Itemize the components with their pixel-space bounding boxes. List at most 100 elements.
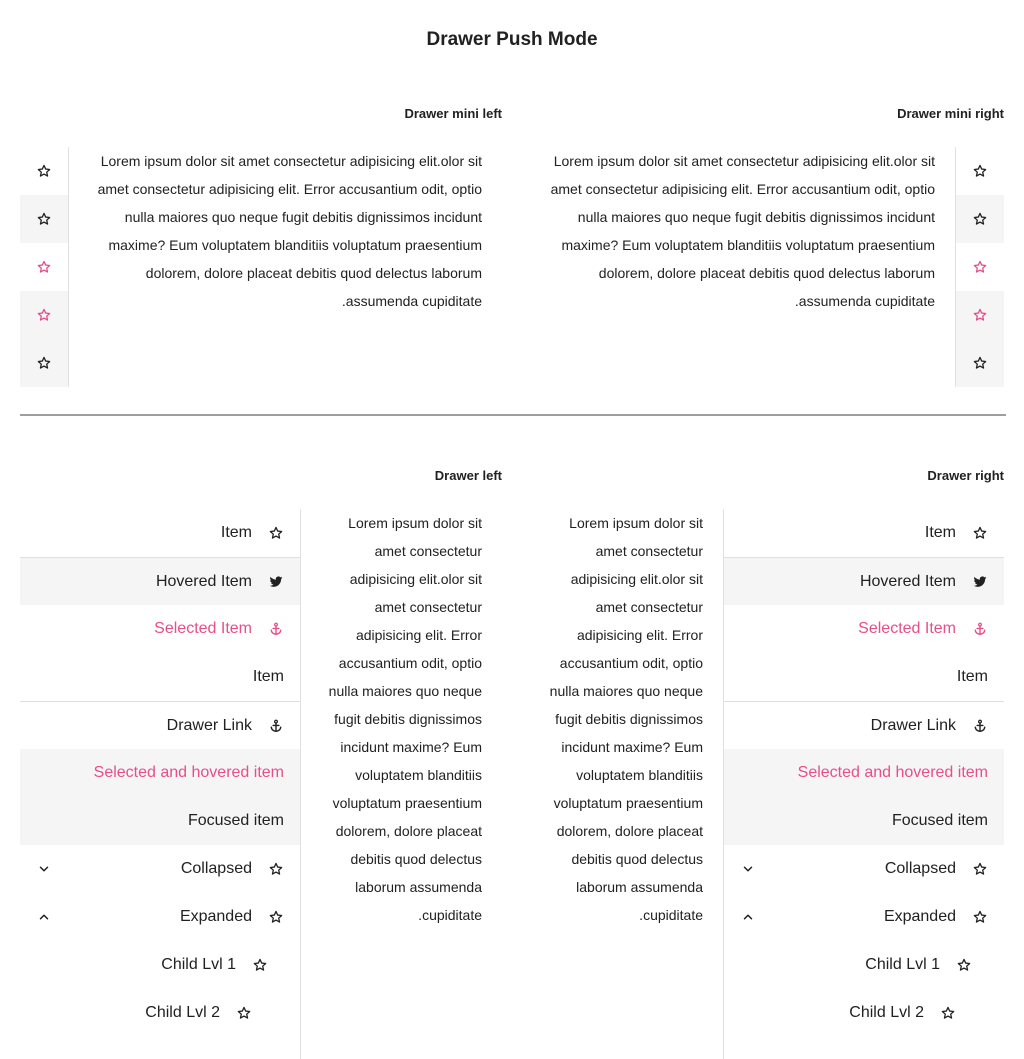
chevron-down-icon — [36, 861, 52, 877]
star-icon — [973, 356, 987, 370]
drawer-item-label: Child Lvl 2 — [145, 1004, 220, 1021]
drawer-child-item-lvl1[interactable]: Child Lvl 1 — [20, 941, 300, 989]
star-icon — [972, 861, 988, 877]
twitter-icon — [972, 574, 988, 590]
chevron-up-icon — [740, 909, 756, 925]
mini-left-border — [68, 147, 69, 387]
twitter-icon — [268, 574, 284, 590]
anchor-icon — [268, 718, 284, 734]
drawer-item-selected[interactable]: Selected Item — [20, 605, 300, 653]
drawer-item-collapsed[interactable]: Collapsed — [20, 845, 300, 893]
section-title-mini-left: Drawer mini left — [404, 106, 502, 121]
drawer-item-label: Selected and hovered item — [93, 764, 284, 781]
anchor-icon — [972, 621, 988, 637]
section-title-drawer-right: Drawer right — [927, 468, 1004, 483]
drawer-item-focused[interactable]: Focused item — [724, 797, 1004, 845]
star-icon — [972, 909, 988, 925]
drawer-item-expanded[interactable]: Expanded — [724, 893, 1004, 941]
chevron-down-icon — [740, 861, 756, 877]
drawer-item-label: Focused item — [891, 812, 988, 829]
drawer-item-label: Hovered Item — [155, 573, 252, 590]
anchor-icon — [268, 621, 284, 637]
star-icon — [973, 164, 987, 178]
mini-item-focused[interactable] — [20, 339, 68, 387]
drawer-item[interactable]: Item — [20, 653, 300, 701]
drawer-item-label: Focused item — [187, 812, 284, 829]
section-title-drawer-left: Drawer left — [434, 468, 502, 483]
drawer-item-selected-hovered[interactable]: Selected and hovered item — [724, 749, 1004, 797]
star-icon — [973, 212, 987, 226]
drawer-item[interactable]: Item — [724, 653, 1004, 701]
mini-item-hovered[interactable] — [956, 195, 1004, 243]
mini-item-hovered[interactable] — [20, 195, 68, 243]
star-icon — [37, 164, 51, 178]
drawer-item-label: Selected and hovered item — [797, 764, 988, 781]
star-icon — [972, 525, 988, 541]
drawer-item-selected-hovered[interactable]: Selected and hovered item — [20, 749, 300, 797]
drawer-right-content: Lorem ipsum dolor sit amet consectetur a… — [549, 515, 703, 923]
drawer-item[interactable]: Item — [724, 509, 1004, 557]
drawer-item-label: Child Lvl 2 — [849, 1004, 924, 1021]
drawer-item-label: Drawer Link — [870, 717, 956, 734]
star-icon — [268, 909, 284, 925]
drawer-left-content: Lorem ipsum dolor sit amet consectetur a… — [328, 515, 482, 923]
drawer-link[interactable]: Drawer Link — [20, 702, 300, 749]
drawer-item-selected[interactable]: Selected Item — [724, 605, 1004, 653]
drawer-link[interactable]: Drawer Link — [724, 702, 1004, 749]
drawer-item-hovered[interactable]: Hovered Item — [20, 558, 300, 605]
page-title: Drawer Push Mode — [426, 29, 598, 50]
drawer-item-label: Collapsed — [884, 860, 956, 877]
mini-item-selected-hovered[interactable] — [20, 291, 68, 339]
drawer-item-label: Hovered Item — [859, 573, 956, 590]
chevron-up-icon — [36, 909, 52, 925]
drawer-item-label: Selected Item — [154, 620, 252, 637]
star-icon — [37, 308, 51, 322]
star-icon — [252, 957, 268, 973]
drawer-item-label: Item — [220, 524, 252, 541]
mini-drawer-left — [20, 147, 68, 387]
star-icon — [236, 1005, 252, 1021]
mini-right-content: Lorem ipsum dolor sit amet consectetur a… — [550, 153, 935, 309]
mini-item-focused[interactable] — [956, 339, 1004, 387]
drawer-item-label: Item — [924, 524, 956, 541]
drawer-item-label: Selected Item — [858, 620, 956, 637]
section-divider — [20, 414, 1006, 416]
drawer-child-item-lvl1[interactable]: Child Lvl 1 — [724, 941, 1004, 989]
drawer-child-item-lvl2[interactable]: Child Lvl 2 — [20, 989, 300, 1037]
mini-item-selected[interactable] — [956, 243, 1004, 291]
drawer-child-item-lvl2[interactable]: Child Lvl 2 — [724, 989, 1004, 1037]
star-icon — [37, 356, 51, 370]
star-icon — [956, 957, 972, 973]
star-icon — [973, 308, 987, 322]
star-icon — [940, 1005, 956, 1021]
star-icon — [268, 861, 284, 877]
mini-item[interactable] — [956, 147, 1004, 195]
section-title-mini-right: Drawer mini right — [897, 106, 1004, 121]
drawer-left: Item Hovered Item Selected Item Item Dra… — [20, 509, 300, 1037]
star-icon — [37, 260, 51, 274]
mini-drawer-right — [956, 147, 1004, 387]
drawer-item-focused[interactable]: Focused item — [20, 797, 300, 845]
drawer-item-label: Expanded — [883, 908, 956, 925]
drawer-item-hovered[interactable]: Hovered Item — [724, 558, 1004, 605]
star-icon — [268, 525, 284, 541]
mini-item-selected-hovered[interactable] — [956, 291, 1004, 339]
anchor-icon — [972, 718, 988, 734]
drawer-item-label: Child Lvl 1 — [161, 956, 236, 973]
drawer-item-label: Expanded — [179, 908, 252, 925]
mini-left-content: Lorem ipsum dolor sit amet consectetur a… — [97, 153, 482, 309]
drawer-item-label: Item — [252, 668, 284, 685]
drawer-item-label: Collapsed — [180, 860, 252, 877]
drawer-item-collapsed[interactable]: Collapsed — [724, 845, 1004, 893]
drawer-item-label: Child Lvl 1 — [865, 956, 940, 973]
drawer-item-label: Drawer Link — [166, 717, 252, 734]
star-icon — [37, 212, 51, 226]
drawer-item[interactable]: Item — [20, 509, 300, 557]
drawer-right: Item Hovered Item Selected Item Item Dra… — [724, 509, 1004, 1037]
mini-item[interactable] — [20, 147, 68, 195]
star-icon — [973, 260, 987, 274]
drawer-left-border — [300, 509, 301, 1059]
drawer-item-expanded[interactable]: Expanded — [20, 893, 300, 941]
mini-item-selected[interactable] — [20, 243, 68, 291]
drawer-item-label: Item — [956, 668, 988, 685]
